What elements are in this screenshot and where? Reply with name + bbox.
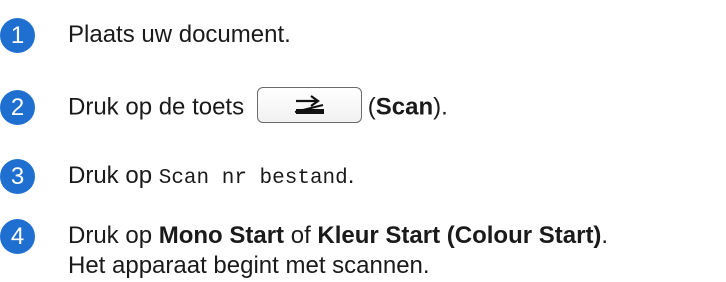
step-text-mid: of xyxy=(290,222,311,249)
step-text: Druk op Mono Start of Kleur Start (Colou… xyxy=(68,221,608,251)
paren-open: ( xyxy=(367,93,376,121)
paren-close: ). xyxy=(433,93,448,121)
scan-button[interactable] xyxy=(256,87,362,123)
step-text-before: Druk op xyxy=(68,222,153,249)
step-text-after: . xyxy=(601,222,609,249)
step-number-badge: 2 xyxy=(0,90,35,125)
step-number-badge: 3 xyxy=(0,159,35,194)
step-number-badge: 4 xyxy=(0,219,35,254)
scan-label: Scan xyxy=(375,93,434,121)
step-text: Druk op Scan nr bestand. xyxy=(68,161,354,194)
mono-start-label: Mono Start xyxy=(158,222,285,249)
colour-start-label: Kleur Start (Colour Start) xyxy=(317,222,602,249)
step-text-after: . xyxy=(347,162,355,189)
step-text-before: Druk op xyxy=(68,162,153,189)
menu-option-label: Scan nr bestand xyxy=(158,167,348,190)
step-text-line2: Het apparaat begint met scannen. xyxy=(68,252,430,279)
step-text-before: Druk op de toets xyxy=(68,93,245,121)
step-number-badge: 1 xyxy=(0,18,35,53)
scan-icon xyxy=(294,95,324,114)
step-text: Druk op de toets (Scan). xyxy=(68,87,448,126)
step-text: Plaats uw document. xyxy=(68,21,291,48)
